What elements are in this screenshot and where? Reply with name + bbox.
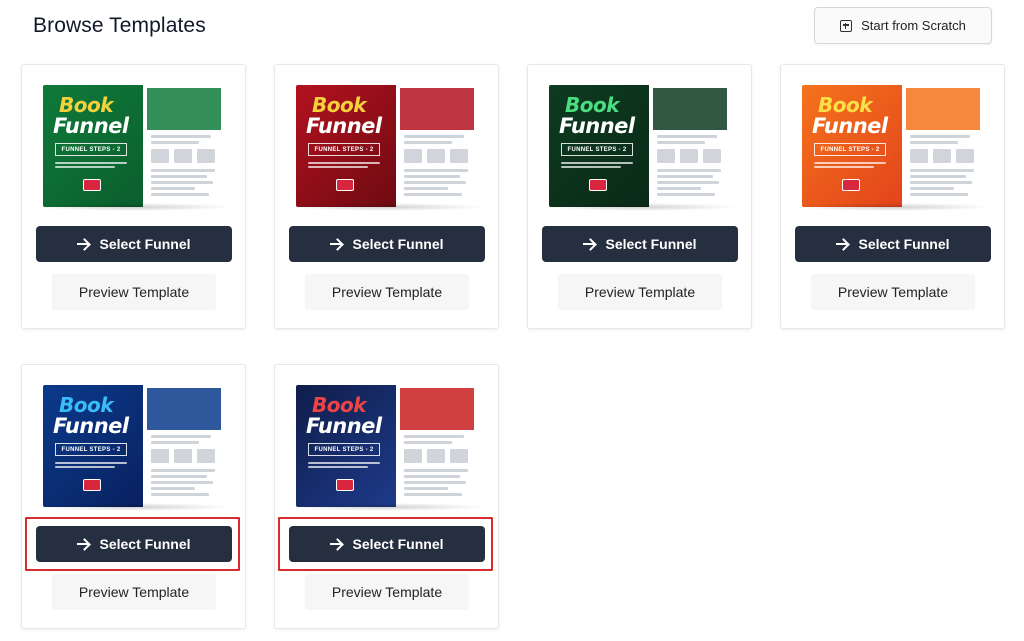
template-card: Book Funnel FUNNEL STEPS - 2 Select Funn… — [21, 364, 246, 629]
thumbnail-funnel-text: Funnel — [306, 114, 382, 138]
preview-template-button[interactable]: Preview Template — [305, 574, 469, 610]
thumbnail-steps-badge: FUNNEL STEPS - 2 — [814, 143, 886, 156]
select-funnel-label: Select Funnel — [352, 536, 444, 552]
thumbnail-shadow — [34, 503, 234, 511]
template-card: Book Funnel FUNNEL STEPS - 2 Select Funn… — [527, 64, 752, 329]
select-funnel-button[interactable]: Select Funnel — [36, 226, 232, 262]
start-from-scratch-label: Start from Scratch — [861, 18, 966, 33]
template-thumbnail[interactable]: Book Funnel FUNNEL STEPS - 2 — [43, 385, 225, 507]
thumbnail-book-text: Book — [59, 393, 114, 417]
thumbnail-book-icon — [336, 179, 354, 191]
template-card: Book Funnel FUNNEL STEPS - 2 Select Funn… — [274, 64, 499, 329]
thumbnail-book-icon — [589, 179, 607, 191]
start-from-scratch-button[interactable]: Start from Scratch — [814, 7, 992, 44]
thumbnail-tagline — [308, 162, 384, 172]
select-funnel-label: Select Funnel — [605, 236, 697, 252]
preview-template-button[interactable]: Preview Template — [52, 274, 216, 310]
template-thumbnail[interactable]: Book Funnel FUNNEL STEPS - 2 — [296, 385, 478, 507]
thumbnail-page-preview — [143, 85, 225, 207]
preview-template-button[interactable]: Preview Template — [305, 274, 469, 310]
plus-square-icon — [840, 19, 853, 32]
thumbnail-funnel-text: Funnel — [812, 114, 888, 138]
select-funnel-button[interactable]: Select Funnel — [289, 226, 485, 262]
thumbnail-funnel-text: Funnel — [559, 114, 635, 138]
thumbnail-tagline — [55, 162, 131, 172]
thumbnail-steps-badge: FUNNEL STEPS - 2 — [55, 443, 127, 456]
thumbnail-tagline — [308, 462, 384, 472]
select-funnel-label: Select Funnel — [352, 236, 444, 252]
thumbnail-page-preview — [396, 385, 478, 507]
thumbnail-page-preview — [902, 85, 984, 207]
thumbnail-page-header — [906, 88, 980, 130]
thumbnail-tagline — [55, 462, 131, 472]
select-funnel-label: Select Funnel — [99, 536, 191, 552]
thumbnail-book-text: Book — [565, 93, 620, 117]
thumbnail-book-text: Book — [312, 393, 367, 417]
thumbnail-steps-badge: FUNNEL STEPS - 2 — [561, 143, 633, 156]
arrow-right-icon — [77, 539, 90, 550]
preview-template-button[interactable]: Preview Template — [811, 274, 975, 310]
template-thumbnail[interactable]: Book Funnel FUNNEL STEPS - 2 — [296, 85, 478, 207]
template-thumbnail[interactable]: Book Funnel FUNNEL STEPS - 2 — [549, 85, 731, 207]
thumbnail-page-preview — [143, 385, 225, 507]
thumbnail-shadow — [287, 203, 487, 211]
thumbnail-tagline — [561, 162, 637, 172]
template-card: Book Funnel FUNNEL STEPS - 2 Select Funn… — [274, 364, 499, 629]
thumbnail-shadow — [287, 503, 487, 511]
thumbnail-steps-badge: FUNNEL STEPS - 2 — [308, 143, 380, 156]
thumbnail-page-header — [653, 88, 727, 130]
page-title: Browse Templates — [33, 14, 206, 37]
template-thumbnail[interactable]: Book Funnel FUNNEL STEPS - 2 — [43, 85, 225, 207]
thumbnail-shadow — [34, 203, 234, 211]
select-funnel-label: Select Funnel — [99, 236, 191, 252]
thumbnail-book-icon — [83, 179, 101, 191]
select-funnel-button[interactable]: Select Funnel — [289, 526, 485, 562]
arrow-right-icon — [330, 239, 343, 250]
select-funnel-label: Select Funnel — [858, 236, 950, 252]
select-funnel-button[interactable]: Select Funnel — [36, 526, 232, 562]
arrow-right-icon — [583, 239, 596, 250]
thumbnail-steps-badge: FUNNEL STEPS - 2 — [308, 443, 380, 456]
select-funnel-button[interactable]: Select Funnel — [795, 226, 991, 262]
preview-template-button[interactable]: Preview Template — [52, 574, 216, 610]
arrow-right-icon — [836, 239, 849, 250]
thumbnail-shadow — [540, 203, 740, 211]
template-card: Book Funnel FUNNEL STEPS - 2 Select Funn… — [21, 64, 246, 329]
thumbnail-page-header — [400, 88, 474, 130]
arrow-right-icon — [330, 539, 343, 550]
thumbnail-page-preview — [649, 85, 731, 207]
thumbnail-page-header — [147, 88, 221, 130]
thumbnail-book-icon — [336, 479, 354, 491]
thumbnail-book-text: Book — [312, 93, 367, 117]
template-card: Book Funnel FUNNEL STEPS - 2 Select Funn… — [780, 64, 1005, 329]
thumbnail-steps-badge: FUNNEL STEPS - 2 — [55, 143, 127, 156]
template-thumbnail[interactable]: Book Funnel FUNNEL STEPS - 2 — [802, 85, 984, 207]
thumbnail-book-icon — [83, 479, 101, 491]
thumbnail-funnel-text: Funnel — [53, 414, 129, 438]
thumbnail-page-preview — [396, 85, 478, 207]
thumbnail-funnel-text: Funnel — [306, 414, 382, 438]
thumbnail-page-header — [400, 388, 474, 430]
thumbnail-page-header — [147, 388, 221, 430]
thumbnail-shadow — [793, 203, 993, 211]
thumbnail-book-text: Book — [818, 93, 873, 117]
preview-template-button[interactable]: Preview Template — [558, 274, 722, 310]
thumbnail-book-icon — [842, 179, 860, 191]
thumbnail-book-text: Book — [59, 93, 114, 117]
select-funnel-button[interactable]: Select Funnel — [542, 226, 738, 262]
thumbnail-funnel-text: Funnel — [53, 114, 129, 138]
arrow-right-icon — [77, 239, 90, 250]
thumbnail-tagline — [814, 162, 890, 172]
